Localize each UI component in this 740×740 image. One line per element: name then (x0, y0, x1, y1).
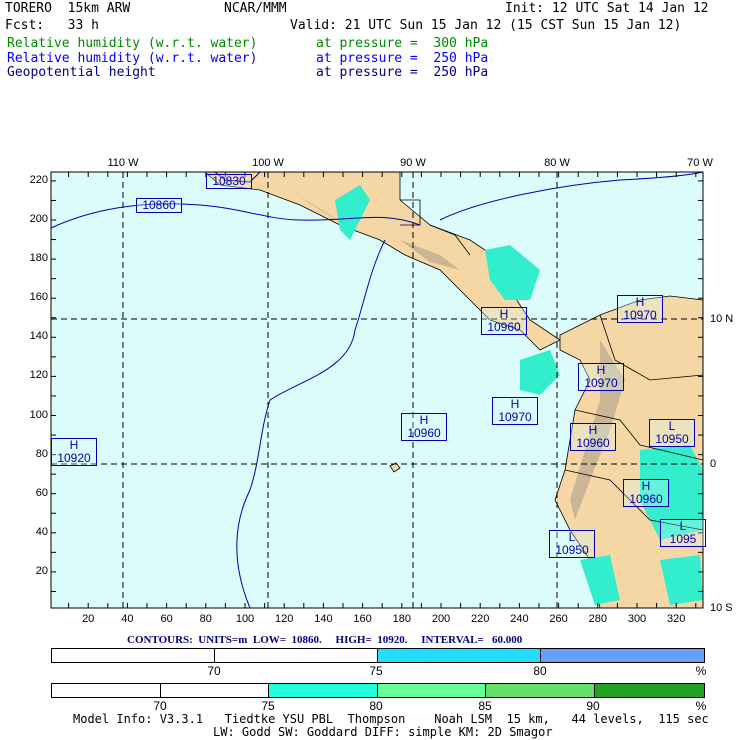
colorbar-300hpa (51, 683, 705, 698)
contour-label-box: H 10960 (570, 423, 616, 451)
colorbar-segment (52, 649, 215, 662)
model-info-line2: LW: Godd SW: Goddard DIFF: simple KM: 2D… (213, 725, 553, 739)
contour-label-box: 10860 (136, 198, 182, 213)
x-tick-label: 140 (314, 613, 333, 625)
contour-value: 1095 (669, 532, 697, 546)
x-tick-label: 100 (235, 613, 255, 625)
colorbar-segment (378, 649, 541, 662)
x-tick-label: 180 (392, 613, 411, 625)
contour-label-box: L 10950 (549, 530, 595, 558)
weather-plot: TORERO 15km ARW NCAR/MMM Init: 12 UTC Sa… (0, 0, 740, 740)
colorbar-label: 80 (533, 664, 547, 678)
contour-label-box: H 10960 (401, 413, 447, 441)
colorbar-label: 75 (369, 664, 383, 678)
model-info-line1: Model Info: V3.3.1 Tiedtke YSU PBL Thomp… (73, 712, 709, 726)
y-tick-label: 220 (29, 173, 48, 186)
contour-label-box: H 10920 (51, 438, 97, 466)
y-tick-label: 20 (35, 564, 48, 577)
colorbar-label: 70 (207, 664, 221, 678)
colorbar-segment (269, 684, 378, 697)
y-tick-label: 140 (29, 330, 48, 343)
contour-value: 10970 (623, 308, 657, 322)
colorbar-segment (486, 684, 596, 697)
contour-label-box: L 10950 (649, 419, 695, 447)
x-tick-label: 120 (275, 613, 294, 625)
x-tick-label: 20 (82, 613, 95, 625)
colorbar-label: % (695, 699, 707, 713)
colorbar-label: 85 (478, 699, 492, 713)
y-tick-label: 180 (29, 252, 48, 265)
contour-value: 10830 (212, 174, 246, 188)
colorbar-label: 90 (586, 699, 600, 713)
colorbar-segment (541, 649, 704, 662)
y-tick-label: 120 (29, 369, 48, 382)
y-tick-label: 200 (29, 213, 48, 225)
contour-label-box: H 10970 (578, 363, 624, 391)
x-tick-label: 280 (588, 613, 607, 625)
colorbar-segment (595, 684, 704, 697)
contour-value: 10970 (584, 376, 618, 390)
x-tick-label: 220 (471, 613, 490, 625)
contour-label-box: L 1095 (660, 519, 706, 547)
contour-value: 10950 (555, 543, 589, 557)
contour-info: CONTOURS: UNITS=m LOW= 10860. HIGH= 1092… (127, 634, 523, 646)
x-tick-label: 160 (353, 613, 372, 625)
colorbar-label: 75 (261, 699, 275, 713)
x-tick-label: 80 (199, 613, 212, 625)
colorbar-segment (215, 649, 378, 662)
y-tick-label: 40 (35, 525, 48, 538)
x-tick-label: 240 (510, 613, 529, 625)
x-tick-label: 60 (160, 613, 173, 625)
map-canvas (50, 171, 704, 609)
colorbar-segment (52, 684, 161, 697)
contour-value: 10970 (498, 410, 532, 424)
x-tick-label: 300 (627, 613, 647, 625)
contour-value: 10960 (576, 436, 610, 450)
x-tick-label: 320 (667, 613, 686, 625)
contour-label-box: H 10960 (623, 479, 669, 507)
colorbar-label: 80 (369, 699, 383, 713)
colorbar-segment (160, 684, 270, 697)
contour-value: 10960 (629, 492, 663, 506)
y-tick-label: 60 (35, 486, 48, 499)
contour-label-box: H 10970 (617, 295, 663, 323)
x-tick-label: 40 (121, 613, 134, 625)
contour-value: 10860 (142, 198, 176, 212)
colorbar-250hpa (51, 648, 705, 663)
contour-label-box: H 10960 (481, 307, 527, 335)
contour-value: 10920 (57, 451, 91, 465)
y-tick-label: 80 (35, 447, 48, 460)
contour-label-box: H 10970 (492, 397, 538, 425)
y-tick-label: 160 (29, 291, 48, 304)
contour-value: 10960 (407, 426, 441, 440)
contour-label-box: 10830 (206, 174, 252, 189)
contour-value: 10960 (487, 320, 521, 334)
x-tick-label: 200 (431, 613, 451, 625)
colorbar-label: 70 (153, 699, 167, 713)
y-tick-label: 100 (29, 408, 48, 421)
x-tick-label: 260 (549, 613, 568, 625)
colorbar-label: % (695, 664, 707, 678)
colorbar-segment (377, 684, 487, 697)
contour-value: 10950 (655, 432, 689, 446)
